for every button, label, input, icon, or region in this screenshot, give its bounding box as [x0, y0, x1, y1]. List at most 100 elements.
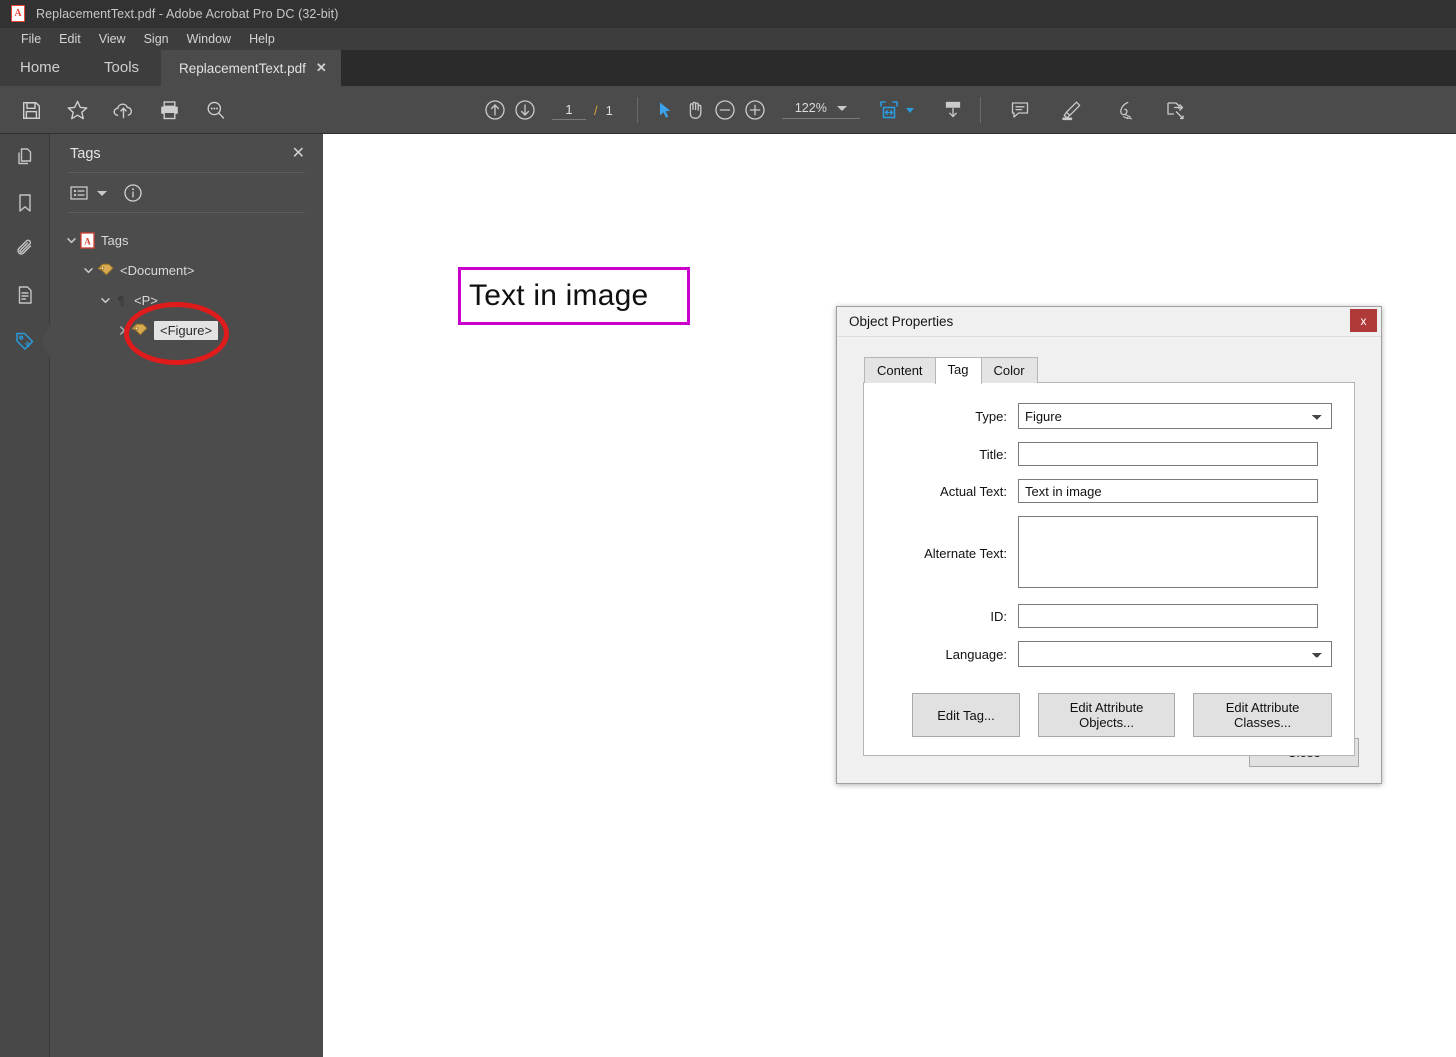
toolbar-left-group	[0, 86, 230, 134]
tab-strip: Home Tools ReplacementText.pdf ✕	[0, 50, 1456, 86]
dialog-tabs: Content Tag Color	[864, 357, 1355, 385]
tab-tag[interactable]: Tag	[934, 357, 982, 385]
page-total: 1	[605, 102, 613, 118]
field-row-id: ID:	[886, 604, 1332, 629]
edit-tag-button[interactable]: Edit Tag...	[912, 693, 1020, 738]
menu-edit[interactable]: Edit	[50, 30, 90, 48]
chevron-down-icon[interactable]	[79, 261, 97, 279]
arrow-up-circle-icon[interactable]	[480, 95, 510, 125]
fit-width-icon[interactable]	[874, 95, 904, 125]
edit-attribute-objects-button[interactable]: Edit Attribute Objects...	[1038, 693, 1176, 738]
menu-window[interactable]: Window	[178, 30, 240, 48]
comment-icon[interactable]	[1005, 95, 1035, 125]
tree-node-tags[interactable]: A Tags	[50, 225, 323, 255]
tab-home[interactable]: Home	[0, 50, 82, 86]
tag-icon	[97, 263, 114, 278]
chevron-down-icon[interactable]	[836, 105, 847, 111]
tags-panel-toolbar	[50, 173, 323, 212]
bookmarks-icon[interactable]	[0, 180, 50, 226]
tab-document-label: ReplacementText.pdf	[179, 60, 306, 76]
print-icon[interactable]	[154, 95, 184, 125]
tags-tree: A Tags <Document> ¶ <P> <Figure>	[50, 213, 323, 345]
page-number-input[interactable]	[552, 100, 586, 120]
star-icon[interactable]	[62, 95, 92, 125]
menu-file[interactable]: File	[12, 30, 50, 48]
cursor-arrow-icon[interactable]	[650, 95, 680, 125]
window-titlebar: A ReplacementText.pdf - Adobe Acrobat Pr…	[0, 0, 1456, 28]
page-separator: /	[594, 102, 598, 118]
type-select[interactable]: Figure	[1018, 403, 1332, 430]
toolbar-divider-1	[636, 97, 638, 123]
minus-circle-icon[interactable]	[710, 95, 740, 125]
figure-text: Text in image	[469, 279, 649, 312]
tab-document[interactable]: ReplacementText.pdf ✕	[161, 50, 341, 86]
dialog-action-buttons: Edit Tag... Edit Attribute Objects... Ed…	[886, 693, 1332, 738]
info-circle-icon[interactable]	[123, 183, 143, 203]
edit-attribute-classes-button[interactable]: Edit Attribute Classes...	[1193, 693, 1332, 738]
menu-view[interactable]: View	[90, 30, 135, 48]
upload-cloud-icon[interactable]	[108, 95, 138, 125]
paragraph-icon: ¶	[114, 292, 128, 308]
object-properties-dialog: Object Properties x Content Tag Color Ty…	[836, 306, 1382, 784]
tags-panel: Tags ✕ A Tags <Document> ¶ <P> <Figure>	[50, 134, 368, 1057]
title-label: Title:	[979, 446, 1007, 462]
chevron-down-icon[interactable]	[97, 190, 107, 196]
plus-circle-icon[interactable]	[740, 95, 770, 125]
dialog-body: Content Tag Color Type: Figure Title: Ac…	[837, 337, 1381, 757]
save-icon[interactable]	[16, 95, 46, 125]
arrow-down-circle-icon[interactable]	[510, 95, 540, 125]
title-input[interactable]	[1018, 442, 1318, 467]
tree-node-document[interactable]: <Document>	[50, 255, 323, 285]
tree-node-label: <Figure>	[154, 320, 219, 340]
menubar: File Edit View Sign Window Help	[0, 28, 1456, 50]
tab-color[interactable]: Color	[980, 357, 1038, 384]
search-icon[interactable]	[200, 95, 230, 125]
type-label: Type:	[975, 408, 1007, 424]
alternate-text-textarea[interactable]	[1018, 516, 1318, 589]
page-thumbnails-icon[interactable]	[0, 134, 50, 180]
close-icon[interactable]: ✕	[292, 146, 305, 162]
id-input[interactable]	[1018, 604, 1318, 629]
tags-panel-title: Tags	[70, 146, 101, 162]
tab-content[interactable]: Content	[864, 357, 936, 384]
close-icon[interactable]: x	[1350, 309, 1377, 332]
zoom-level-value: 122%	[794, 101, 827, 115]
tab-tools[interactable]: Tools	[82, 50, 161, 86]
page-navigation: / 1	[552, 100, 613, 120]
options-list-icon[interactable]	[70, 185, 89, 201]
highlighter-icon[interactable]	[1057, 95, 1087, 125]
share-document-icon[interactable]	[1161, 95, 1191, 125]
app-icon-letter: A	[14, 7, 22, 19]
menu-help[interactable]: Help	[240, 30, 284, 48]
menu-sign[interactable]: Sign	[135, 30, 178, 48]
figure-bounding-box: Text in image	[458, 267, 690, 325]
tree-node-label: Tags	[101, 232, 129, 248]
attachments-icon[interactable]	[0, 226, 50, 272]
close-icon[interactable]: ✕	[316, 60, 327, 76]
field-row-alternate-text: Alternate Text:	[886, 516, 1332, 591]
main-toolbar: / 1	[0, 86, 1456, 134]
toolbar-center-group: / 1	[480, 86, 1191, 134]
actual-text-input[interactable]	[1018, 479, 1318, 504]
tags-panel-header: Tags ✕	[50, 134, 323, 172]
fit-options-chevron-down-icon[interactable]	[905, 107, 914, 113]
tags-icon[interactable]	[0, 318, 50, 364]
window-title: ReplacementText.pdf - Adobe Acrobat Pro …	[36, 7, 339, 21]
actual-text-label: Actual Text:	[940, 483, 1007, 499]
chevron-down-icon[interactable]	[62, 231, 80, 249]
field-row-actual-text: Actual Text:	[886, 479, 1332, 504]
page-down-icon[interactable]	[938, 95, 968, 125]
zoom-level-control[interactable]: 122%	[781, 101, 860, 119]
chevron-right-icon[interactable]	[113, 321, 131, 339]
language-select[interactable]	[1018, 641, 1332, 668]
tree-node-figure[interactable]: <Figure>	[50, 315, 323, 345]
field-row-title: Title:	[886, 442, 1332, 467]
hand-icon[interactable]	[680, 95, 710, 125]
sign-pen-icon[interactable]	[1109, 95, 1139, 125]
chevron-down-icon[interactable]	[96, 291, 114, 309]
tree-node-paragraph[interactable]: ¶ <P>	[50, 285, 323, 315]
tab-panel-tag: Type: Figure Title: Actual Text: Text in…	[863, 382, 1355, 757]
toolbar-divider-2	[979, 97, 981, 123]
content-pane-icon[interactable]	[0, 272, 50, 318]
acrobat-window: A ReplacementText.pdf - Adobe Acrobat Pr…	[0, 0, 1456, 1057]
